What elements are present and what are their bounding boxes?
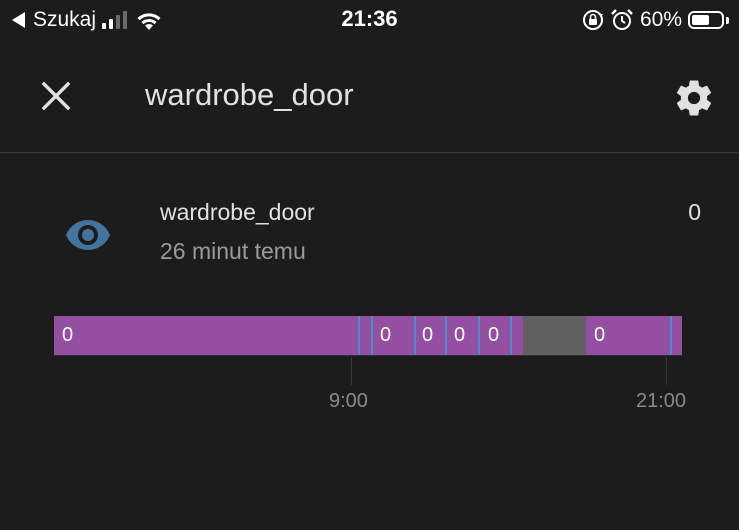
battery-percent: 60% — [639, 8, 682, 31]
header-divider — [0, 152, 739, 153]
close-button[interactable] — [30, 70, 82, 122]
battery-fill — [692, 15, 709, 25]
timeline-axis-label: 9:00 — [329, 390, 368, 412]
orientation-lock-icon — [582, 10, 603, 30]
timeline-change-marker — [670, 316, 672, 355]
entity-state: 0 — [688, 199, 701, 225]
status-bar: Szukaj 21:36 60% — [0, 0, 739, 40]
screen: Szukaj 21:36 60% wardrobe_door wardrobe_… — [0, 0, 739, 530]
battery-tip — [726, 16, 729, 24]
timeline-segment-label: 0 — [422, 324, 434, 346]
settings-button[interactable] — [666, 70, 722, 126]
timeline-segment-label: 0 — [62, 324, 74, 346]
timeline-change-marker — [510, 316, 512, 355]
timeline-unavailable-segment — [523, 316, 586, 355]
timeline-segment-label: 0 — [488, 324, 500, 346]
timeline-change-marker — [414, 316, 416, 355]
gear-icon — [676, 80, 712, 116]
alarm-icon — [611, 9, 633, 30]
timeline-segment-label: 0 — [380, 324, 392, 346]
entity-name: wardrobe_door — [160, 199, 315, 225]
timeline-change-marker — [358, 316, 360, 355]
eye-icon — [66, 220, 110, 250]
dialog-header: wardrobe_door — [0, 40, 739, 152]
entity-last-changed: 26 minut temu — [160, 238, 306, 264]
timeline-segment-label: 0 — [594, 324, 606, 346]
entity-row[interactable]: wardrobe_door 26 minut temu 0 — [0, 190, 739, 280]
timeline-change-marker — [445, 316, 447, 355]
timeline-change-marker — [478, 316, 480, 355]
timeline-axis-tick — [351, 357, 352, 385]
timeline-axis-line — [54, 355, 682, 356]
battery-icon — [688, 11, 724, 29]
timeline-axis-tick — [666, 357, 667, 385]
history-timeline[interactable]: 0 0 0 0 0 0 — [54, 316, 682, 355]
dialog-title: wardrobe_door — [145, 77, 354, 112]
timeline-change-marker — [371, 316, 373, 355]
status-bar-right: 60% — [582, 7, 729, 33]
timeline-segment-label: 0 — [454, 324, 466, 346]
entity-icon-container — [60, 210, 116, 260]
timeline-axis-label: 21:00 — [636, 390, 687, 412]
close-icon — [41, 81, 71, 111]
